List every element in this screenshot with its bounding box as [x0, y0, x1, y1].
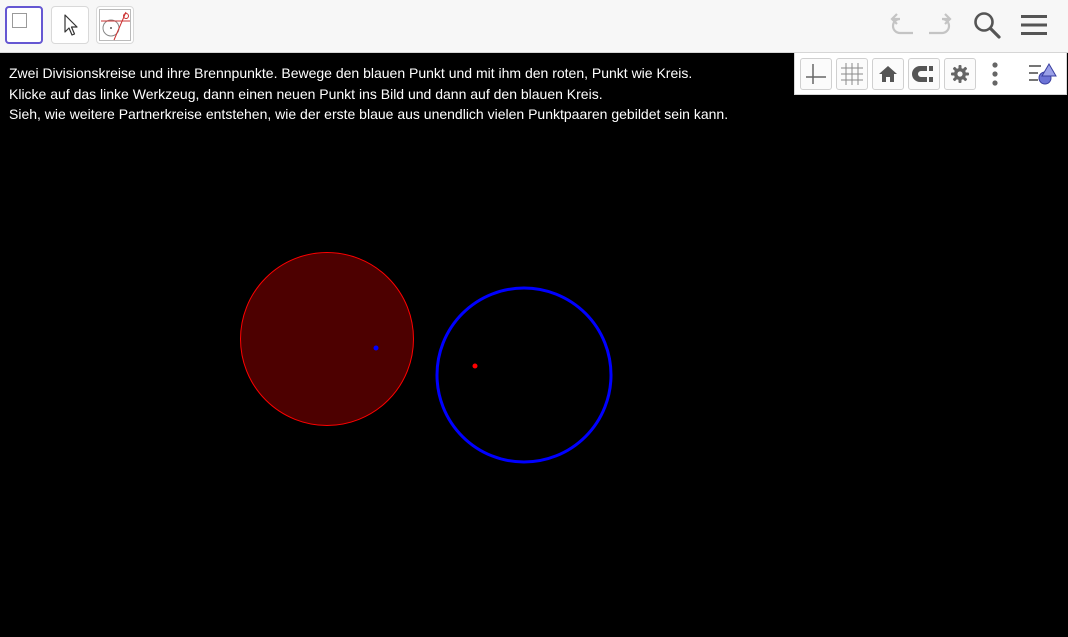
- point-capturing-button[interactable]: [908, 58, 940, 90]
- search-icon: [974, 12, 1001, 39]
- construction-canvas: [240, 252, 613, 464]
- standard-view-button[interactable]: [872, 58, 904, 90]
- redo-button[interactable]: [922, 8, 956, 42]
- move-arrow-icon: [64, 14, 78, 36]
- custom-tool-icon: [12, 13, 27, 28]
- circle-construction-tool-button[interactable]: [96, 6, 134, 44]
- point-capture-icon: [912, 66, 933, 82]
- grid-icon: [841, 63, 863, 85]
- circle-construction-icon: [99, 9, 131, 41]
- menu-icon: [1021, 15, 1047, 35]
- settings-gear-icon: [951, 65, 969, 83]
- toggle-grid-button[interactable]: [836, 58, 868, 90]
- graphics-settings-button[interactable]: [944, 58, 976, 90]
- toggle-style-bar-button[interactable]: [1027, 58, 1059, 90]
- blue-point[interactable]: [373, 345, 379, 351]
- toggle-style-bar-icon: [1029, 63, 1057, 85]
- style-bar: [794, 53, 1067, 95]
- undo-button[interactable]: [886, 8, 920, 42]
- redo-icon: [929, 13, 952, 35]
- undo-icon: [890, 13, 913, 35]
- red-point[interactable]: [472, 363, 478, 369]
- red-circle[interactable]: [240, 252, 414, 426]
- search-button[interactable]: [970, 8, 1004, 42]
- main-menu-button[interactable]: [1017, 8, 1051, 42]
- blue-circle[interactable]: [435, 286, 613, 464]
- move-tool-button[interactable]: [51, 6, 89, 44]
- custom-tool-button[interactable]: [5, 6, 43, 44]
- more-vert-icon: [992, 62, 998, 86]
- axes-icon: [806, 64, 826, 84]
- home-icon: [879, 66, 897, 82]
- top-toolbar: [0, 0, 1068, 53]
- more-options-button[interactable]: [979, 58, 1011, 90]
- graphics-view[interactable]: Zwei Divisionskreise und ihre Brennpunkt…: [0, 53, 1068, 637]
- toggle-axes-button[interactable]: [800, 58, 832, 90]
